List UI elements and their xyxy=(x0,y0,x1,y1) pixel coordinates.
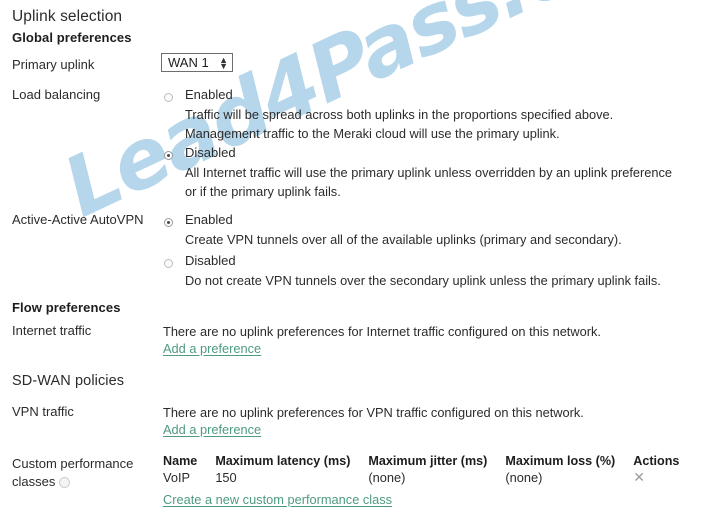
radio-icon-unselected xyxy=(164,93,173,103)
internet-traffic-empty-message: There are no uplink preferences for Inte… xyxy=(163,324,601,339)
cell-max-latency: 150 xyxy=(215,470,237,485)
select-stepper-arrows-icon: ▲ ▼ xyxy=(219,54,228,71)
load-balancing-enabled-desc-line1: Traffic will be spread across both uplin… xyxy=(185,107,614,122)
column-header-actions: Actions xyxy=(633,454,680,468)
radio-icon-selected xyxy=(164,151,173,161)
radio-autovpn-disabled[interactable] xyxy=(164,255,173,273)
primary-uplink-selected-value: WAN 1 xyxy=(168,55,209,70)
vpn-traffic-empty-message: There are no uplink preferences for VPN … xyxy=(163,405,584,420)
table-row: VoIP 150 (none) (none) ✕ xyxy=(163,470,697,485)
page-title: Uplink selection xyxy=(12,8,123,25)
cell-actions: ✕ xyxy=(633,470,697,485)
radio-icon-selected xyxy=(164,218,173,228)
custom-performance-classes-table: Name Maximum latency (ms) Maximum jitter… xyxy=(163,454,697,485)
custom-performance-classes-table-wrap: Name Maximum latency (ms) Maximum jitter… xyxy=(163,454,697,485)
add-vpn-preference-link[interactable]: Add a preference xyxy=(163,422,261,437)
primary-uplink-label: Primary uplink xyxy=(12,57,95,72)
table-header-row: Name Maximum latency (ms) Maximum jitter… xyxy=(163,454,697,470)
autovpn-disabled-desc-line1: Do not create VPN tunnels over the secon… xyxy=(185,273,661,288)
radio-autovpn-enabled[interactable] xyxy=(164,214,173,232)
info-icon[interactable] xyxy=(59,477,71,489)
radio-load-balancing-disabled[interactable] xyxy=(164,147,173,165)
column-header-max-latency: Maximum latency (ms) xyxy=(215,454,351,468)
load-balancing-enabled-label: Enabled xyxy=(185,87,233,102)
section-heading-global-preferences: Global preferences xyxy=(12,30,132,45)
custom-performance-classes-label-line2: classes xyxy=(12,474,56,489)
delete-icon[interactable]: ✕ xyxy=(633,470,645,484)
vpn-traffic-label: VPN traffic xyxy=(12,404,74,419)
load-balancing-label: Load balancing xyxy=(12,87,101,102)
custom-performance-classes-label-line1: Custom performance xyxy=(12,456,134,471)
autovpn-disabled-label: Disabled xyxy=(185,253,236,268)
column-header-max-jitter: Maximum jitter (ms) xyxy=(368,454,488,468)
autovpn-enabled-label: Enabled xyxy=(185,212,233,227)
cell-max-jitter: (none) xyxy=(368,470,406,485)
section-heading-flow-preferences: Flow preferences xyxy=(12,300,121,315)
radio-icon-unselected xyxy=(164,259,173,269)
internet-traffic-label: Internet traffic xyxy=(12,323,92,338)
column-header-max-loss: Maximum loss (%) xyxy=(505,454,616,468)
active-active-autovpn-label: Active-Active AutoVPN xyxy=(12,212,144,227)
cell-max-loss: (none) xyxy=(505,470,543,485)
load-balancing-enabled-desc-line2: Management traffic to the Meraki cloud w… xyxy=(185,126,560,141)
primary-uplink-select[interactable]: WAN 1 ▲ ▼ xyxy=(161,53,233,72)
custom-performance-classes-label: Custom performance classes xyxy=(12,455,133,491)
load-balancing-disabled-label: Disabled xyxy=(185,145,236,160)
create-custom-performance-class-link[interactable]: Create a new custom performance class xyxy=(163,492,392,507)
add-internet-preference-link[interactable]: Add a preference xyxy=(163,341,261,356)
autovpn-enabled-desc-line1: Create VPN tunnels over all of the avail… xyxy=(185,232,622,247)
cell-name: VoIP xyxy=(163,470,191,485)
radio-load-balancing-enabled[interactable] xyxy=(164,89,173,107)
load-balancing-disabled-desc-line1: All Internet traffic will use the primar… xyxy=(185,165,673,180)
column-header-name: Name xyxy=(163,454,198,468)
section-heading-sdwan-policies: SD-WAN policies xyxy=(12,373,125,389)
load-balancing-disabled-desc-line2: or if the primary uplink fails. xyxy=(185,184,341,199)
